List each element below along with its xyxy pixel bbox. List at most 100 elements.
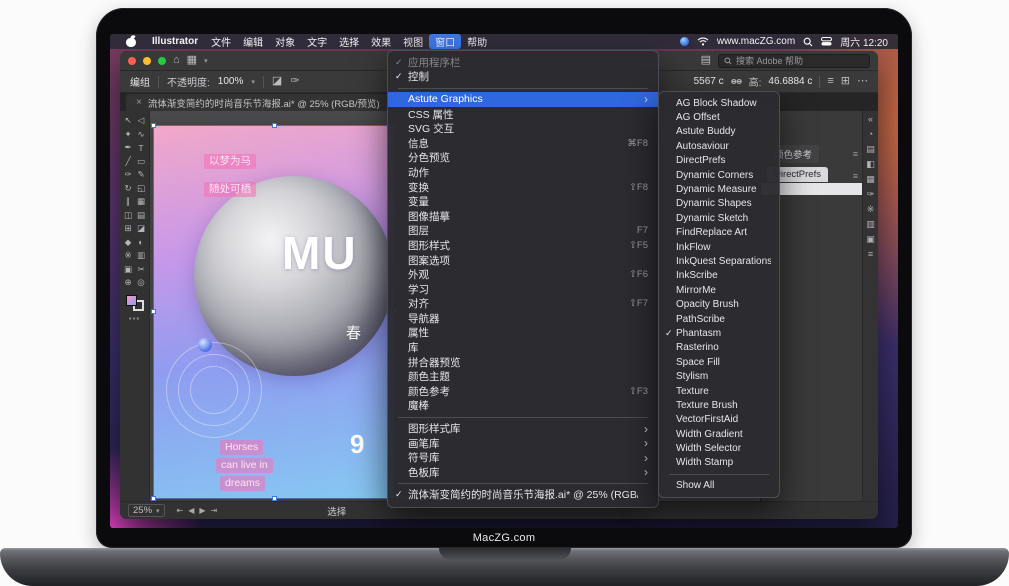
menu-item[interactable]: 变换 ⇧F8	[388, 180, 658, 195]
home-icon[interactable]: ⌂	[173, 55, 180, 66]
submenu-item[interactable]: InkQuest Separations	[659, 254, 779, 268]
menu-item[interactable]: SVG 交互	[388, 121, 658, 136]
menubar-menu[interactable]: 视图	[397, 34, 429, 49]
perspective-grid-icon[interactable]: ▤	[135, 209, 148, 223]
rotate-icon[interactable]: ↻	[122, 182, 135, 196]
submenu-item[interactable]: Opacity Brush	[659, 297, 779, 311]
submenu-item[interactable]: VectorFirstAid	[659, 413, 779, 427]
free-transform-icon[interactable]: ▦	[135, 195, 148, 209]
drawing-mode-icons[interactable]: ▪▪▪	[129, 314, 141, 323]
hand-icon[interactable]: ⊕	[122, 276, 135, 290]
siri-icon[interactable]	[680, 37, 689, 46]
zoom-icon[interactable]: ◎	[135, 276, 148, 290]
submenu-item[interactable]: Space Fill	[659, 355, 779, 369]
minimize-button[interactable]	[143, 57, 151, 65]
menu-item[interactable]: 对齐 ⇧F7	[388, 297, 658, 312]
menu-item[interactable]: 学习	[388, 282, 658, 297]
libraries-icon[interactable]: ≡	[868, 250, 873, 259]
swatches-icon[interactable]: ▦	[866, 175, 875, 184]
zoom-level-select[interactable]: 25% ▾	[128, 504, 165, 517]
zoom-button[interactable]	[158, 57, 166, 65]
apple-menu[interactable]	[120, 34, 145, 49]
symbols-icon[interactable]: ※	[867, 205, 875, 214]
menubar-menu[interactable]: 文件	[205, 34, 237, 49]
selection-handle[interactable]	[272, 123, 277, 128]
fill-stroke-swatches[interactable]	[126, 295, 144, 311]
submenu-item[interactable]: Stylism	[659, 369, 779, 383]
menubar-menu[interactable]: 编辑	[237, 34, 269, 49]
menu-item[interactable]: 信息 ⌘F8	[388, 136, 658, 151]
magic-wand-icon[interactable]: ✦	[122, 128, 135, 142]
chevron-down-icon[interactable]: ▾	[251, 78, 255, 86]
workspace-layout-icon[interactable]: ▦	[187, 55, 197, 66]
menubar-menu[interactable]: 文字	[301, 34, 333, 49]
menu-item[interactable]: 色板库	[388, 465, 658, 480]
panel-menu-icon[interactable]: ≡	[853, 171, 858, 181]
constrain-proportions-icon[interactable]	[731, 77, 742, 86]
brush-definition-icon[interactable]: ✑	[290, 76, 299, 87]
selection-icon[interactable]: ↖	[122, 114, 135, 128]
selection-handle[interactable]	[151, 496, 156, 501]
panel-menu-icon[interactable]: ⋯	[857, 76, 868, 87]
color-icon[interactable]: ◔	[868, 130, 873, 139]
pencil-icon[interactable]: ✎	[135, 168, 148, 182]
direct-selection-icon[interactable]: ◁	[135, 114, 148, 128]
submenu-item[interactable]: FindReplace Art	[659, 226, 779, 240]
menu-item[interactable]: 图案选项	[388, 253, 658, 268]
lasso-icon[interactable]: ∿	[135, 128, 148, 142]
color-guide-icon[interactable]: ▤	[866, 145, 875, 154]
height-value[interactable]: 46.6884 c	[768, 76, 812, 87]
opacity-value[interactable]: 100%	[218, 76, 244, 87]
collapse-panels-icon[interactable]: «	[868, 115, 873, 124]
submenu-item[interactable]: MirrorMe	[659, 283, 779, 297]
menu-item[interactable]: 外观 ⇧F6	[388, 267, 658, 282]
fill-swatch[interactable]	[126, 295, 137, 306]
submenu-item[interactable]: AG Block Shadow	[659, 96, 779, 110]
menubar-menu[interactable]: 窗口	[429, 34, 461, 49]
next-artboard-icon[interactable]: ▶	[199, 506, 205, 515]
first-artboard-icon[interactable]: ⇤	[177, 506, 184, 515]
rectangle-icon[interactable]: ▭	[135, 155, 148, 169]
submenu-item[interactable]: PathScribe	[659, 312, 779, 326]
submenu-item[interactable]: Width Stamp	[659, 456, 779, 470]
shape-builder-icon[interactable]: ◫	[122, 209, 135, 223]
menu-item[interactable]: 图像描摹	[388, 209, 658, 224]
artboards-icon[interactable]: ▣	[866, 235, 875, 244]
menubar-menu[interactable]: 选择	[333, 34, 365, 49]
selection-handle[interactable]	[272, 496, 277, 501]
line-segment-icon[interactable]: ╱	[122, 155, 135, 169]
menu-item[interactable]: Astute Graphics	[388, 92, 658, 107]
menu-item[interactable]: CSS 属性	[388, 107, 658, 122]
properties-icon[interactable]: ◧	[866, 160, 875, 169]
menu-item[interactable]: 图形样式 ⇧F5	[388, 238, 658, 253]
spotlight-search-icon[interactable]	[803, 37, 813, 47]
transform-more-icon[interactable]: ⊞	[841, 76, 850, 87]
submenu-item[interactable]: Width Gradient	[659, 427, 779, 441]
menu-item[interactable]: 分色预览	[388, 151, 658, 166]
slice-icon[interactable]: ✂	[135, 263, 148, 277]
menu-item[interactable]: 拼合器预览	[388, 355, 658, 370]
type-icon[interactable]: T	[135, 141, 148, 155]
menubar-menu[interactable]: 效果	[365, 34, 397, 49]
submenu-item[interactable]: Texture Brush	[659, 398, 779, 412]
menu-item[interactable]: 动作	[388, 165, 658, 180]
menu-item[interactable]: 颜色主题	[388, 369, 658, 384]
artboard-tool-icon[interactable]: ▣	[122, 263, 135, 277]
style-icon[interactable]: ◪	[272, 76, 282, 87]
menu-item[interactable]: 属性	[388, 326, 658, 341]
menu-item[interactable]: 变量	[388, 194, 658, 209]
submenu-item[interactable]: Phantasm	[659, 326, 779, 340]
pen-icon[interactable]: ✒	[122, 141, 135, 155]
width-value[interactable]: 5567 c	[694, 76, 724, 87]
submenu-item[interactable]: Dynamic Sketch	[659, 211, 779, 225]
selection-handle[interactable]	[151, 309, 156, 314]
submenu-item[interactable]: Astute Buddy	[659, 125, 779, 139]
symbol-sprayer-icon[interactable]: ※	[122, 249, 135, 263]
eyedropper-icon[interactable]: ◆	[122, 236, 135, 250]
menu-item[interactable]: 魔棒	[388, 399, 658, 414]
arrange-documents-icon[interactable]: ▤	[701, 55, 711, 66]
panel-menu-icon[interactable]: ≡	[853, 149, 858, 159]
menu-item[interactable]: 图层 F7	[388, 224, 658, 239]
width-tool-icon[interactable]: ∥	[122, 195, 135, 209]
close-tab-icon[interactable]: ×	[136, 97, 142, 108]
